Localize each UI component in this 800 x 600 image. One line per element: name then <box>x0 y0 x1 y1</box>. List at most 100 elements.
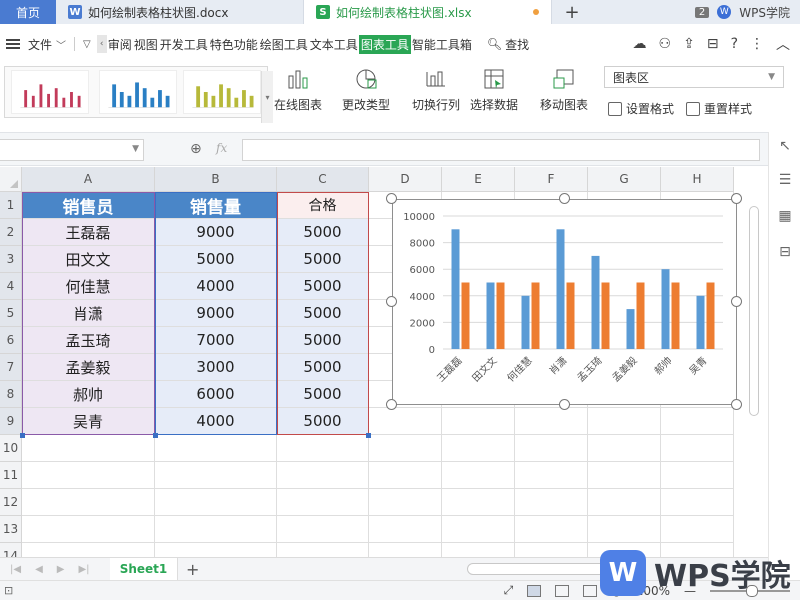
header-cell[interactable]: 销售员 <box>22 192 155 219</box>
table-cell[interactable]: 何佳慧 <box>22 273 155 300</box>
file-menu[interactable]: 文件 <box>28 36 52 53</box>
normal-view-icon[interactable] <box>527 584 542 597</box>
change-type-button[interactable]: 更改类型 <box>342 66 390 113</box>
empty-cell[interactable] <box>661 489 734 516</box>
empty-cell[interactable] <box>515 462 588 489</box>
add-user-icon[interactable]: ⚇ <box>659 36 672 52</box>
empty-cell[interactable] <box>442 543 515 557</box>
empty-cell[interactable] <box>515 489 588 516</box>
empty-cell[interactable] <box>22 516 155 543</box>
chart-style-icon[interactable]: ⊟ <box>777 244 793 260</box>
table-cell[interactable]: 吴青 <box>22 408 155 435</box>
empty-cell[interactable] <box>588 408 661 435</box>
range-resize-handle[interactable] <box>153 433 158 438</box>
help-icon[interactable]: ? <box>731 36 738 52</box>
ribbon-tab-4[interactable]: 绘图工具 <box>259 36 309 53</box>
xlsx-tab[interactable]: S 如何绘制表格柱状图.xlsx <box>304 0 552 24</box>
docx-tab[interactable]: W 如何绘制表格柱状图.docx <box>56 0 304 24</box>
empty-cell[interactable] <box>661 435 734 462</box>
row-header[interactable]: 11 <box>0 462 22 489</box>
table-cell[interactable]: 4000 <box>155 273 277 300</box>
column-header[interactable]: D <box>369 167 442 192</box>
empty-cell[interactable] <box>442 435 515 462</box>
window-count-badge[interactable]: 2 <box>694 6 710 18</box>
table-cell[interactable]: 5000 <box>277 300 369 327</box>
more-icon[interactable]: ⋮ <box>750 36 764 52</box>
settings-sliders-icon[interactable]: ☰ <box>777 172 793 188</box>
row-header[interactable]: 12 <box>0 489 22 516</box>
row-header[interactable]: 4 <box>0 273 22 300</box>
chart-resize-handle[interactable] <box>731 399 742 410</box>
empty-cell[interactable] <box>155 435 277 462</box>
eye-protect-icon[interactable]: ⤢ <box>504 583 514 598</box>
table-cell[interactable]: 3000 <box>155 354 277 381</box>
empty-cell[interactable] <box>277 489 369 516</box>
formula-input[interactable] <box>242 139 760 161</box>
row-header[interactable]: 7 <box>0 354 22 381</box>
table-cell[interactable]: 肖潇 <box>22 300 155 327</box>
fx-icon[interactable]: fx <box>216 141 227 155</box>
empty-cell[interactable] <box>22 462 155 489</box>
ribbon-tab-7[interactable]: 智能工具箱 <box>411 36 473 53</box>
row-header[interactable]: 13 <box>0 516 22 543</box>
empty-cell[interactable] <box>515 516 588 543</box>
search-button[interactable]: 🔍︎ 查找 <box>487 36 529 53</box>
empty-cell[interactable] <box>155 489 277 516</box>
table-cell[interactable]: 孟姜毅 <box>22 354 155 381</box>
collapse-toolbar-icon[interactable]: ⊟ <box>707 36 719 52</box>
table-cell[interactable]: 5000 <box>277 219 369 246</box>
name-box[interactable]: ▼ <box>0 139 144 161</box>
empty-cell[interactable] <box>661 408 734 435</box>
empty-cell[interactable] <box>277 435 369 462</box>
row-header[interactable]: 1 <box>0 192 22 219</box>
empty-cell[interactable] <box>369 489 442 516</box>
vertical-scroll-thumb[interactable] <box>749 206 759 416</box>
reset-style-button[interactable]: 重置样式 <box>686 100 752 117</box>
chart-style-thumb-2[interactable] <box>99 70 177 114</box>
table-cell[interactable]: 9000 <box>155 300 277 327</box>
column-header[interactable]: C <box>277 167 369 192</box>
chart-resize-handle[interactable] <box>731 193 742 204</box>
table-cell[interactable]: 5000 <box>277 327 369 354</box>
table-cell[interactable]: 田文文 <box>22 246 155 273</box>
table-cell[interactable]: 5000 <box>277 381 369 408</box>
table-cell[interactable]: 5000 <box>155 246 277 273</box>
empty-cell[interactable] <box>442 489 515 516</box>
ribbon-tab-6[interactable]: 图表工具 <box>358 34 411 54</box>
row-header[interactable]: 6 <box>0 327 22 354</box>
hamburger-menu-icon[interactable] <box>6 39 20 49</box>
column-header[interactable]: B <box>155 167 277 192</box>
empty-cell[interactable] <box>369 543 442 557</box>
empty-cell[interactable] <box>22 489 155 516</box>
row-header[interactable]: 9 <box>0 408 22 435</box>
row-header[interactable]: 8 <box>0 381 22 408</box>
chevron-down-icon[interactable]: ▼ <box>132 144 139 154</box>
quick-access-dropdown-icon[interactable]: ▽ <box>83 39 91 50</box>
magnifier-icon[interactable]: ⊕ <box>190 141 202 157</box>
online-chart-button[interactable]: 在线图表 <box>274 66 322 113</box>
share-icon[interactable]: ⇪ <box>683 36 695 52</box>
ribbon-tab-2[interactable]: 开发工具 <box>159 36 209 53</box>
vertical-scrollbar[interactable] <box>746 192 762 552</box>
table-cell[interactable]: 5000 <box>277 273 369 300</box>
empty-cell[interactable] <box>369 408 442 435</box>
table-cell[interactable]: 4000 <box>155 408 277 435</box>
prev-sheet-icon[interactable]: ◀ <box>35 564 43 575</box>
tabs-scroll-left-button[interactable]: ‹ <box>96 35 107 53</box>
chart-styles-more-button[interactable]: ▾ <box>261 71 273 123</box>
table-cell[interactable]: 5000 <box>277 246 369 273</box>
chart-resize-handle[interactable] <box>731 296 742 307</box>
empty-cell[interactable] <box>277 543 369 557</box>
table-cell[interactable]: 5000 <box>277 354 369 381</box>
next-sheet-icon[interactable]: ▶ <box>57 564 65 575</box>
move-chart-button[interactable]: 移动图表 <box>540 66 588 113</box>
row-header[interactable]: 3 <box>0 246 22 273</box>
table-cell[interactable]: 9000 <box>155 219 277 246</box>
column-header[interactable]: A <box>22 167 155 192</box>
table-cell[interactable]: 6000 <box>155 381 277 408</box>
page-layout-icon[interactable] <box>555 584 570 597</box>
chevron-down-icon[interactable]: ﹀ <box>56 37 66 52</box>
ribbon-tab-0[interactable]: 审阅 <box>107 36 133 53</box>
select-data-button[interactable]: 选择数据 <box>470 66 518 113</box>
table-cell[interactable]: 王磊磊 <box>22 219 155 246</box>
